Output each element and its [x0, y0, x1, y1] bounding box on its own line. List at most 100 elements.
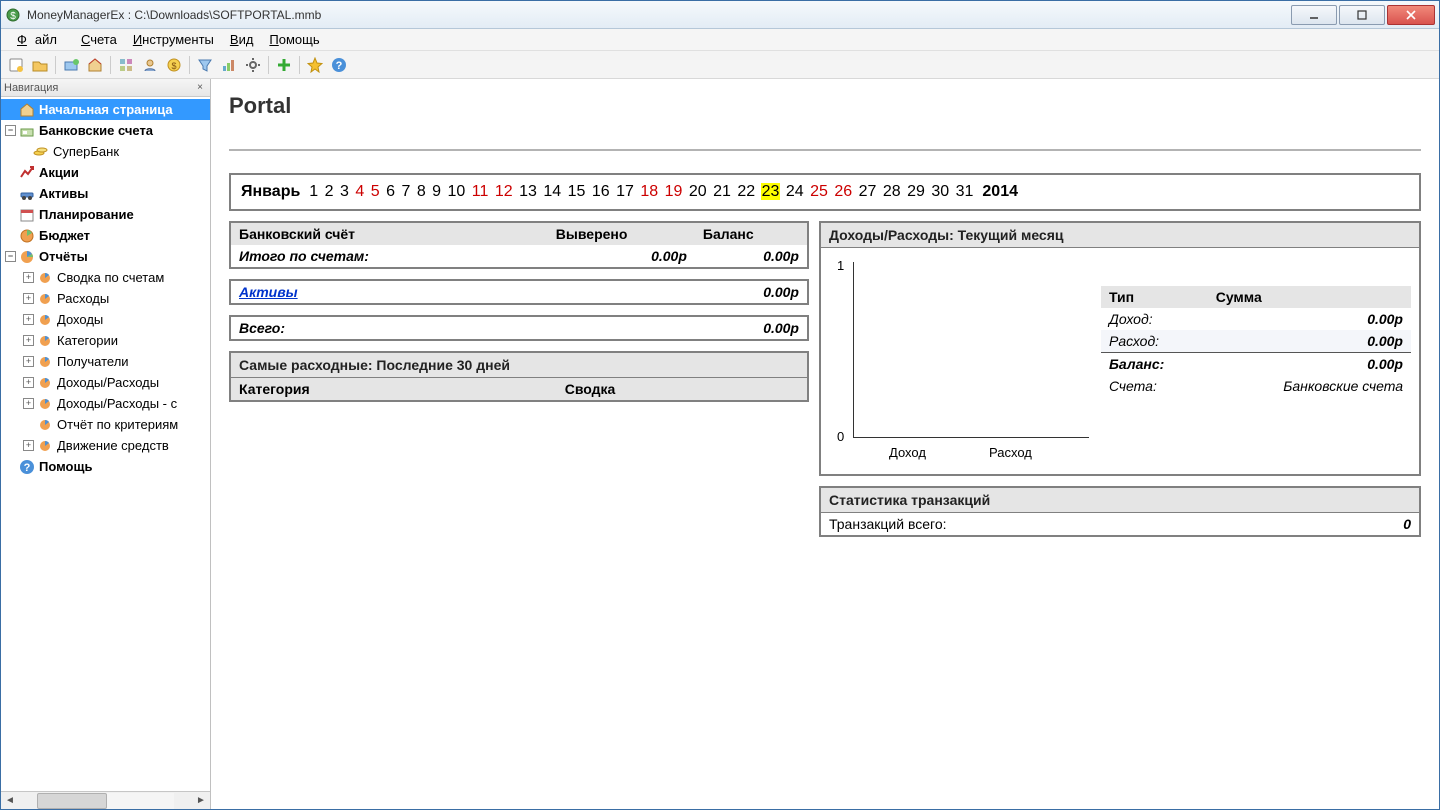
- expand-icon[interactable]: +: [23, 356, 34, 367]
- nav-income[interactable]: +Доходы: [1, 309, 210, 330]
- chart-x-income: Доход: [889, 445, 926, 460]
- calendar-day[interactable]: 24: [785, 183, 805, 200]
- pie-icon: [37, 333, 53, 349]
- open-button[interactable]: [29, 54, 51, 76]
- calendar-day[interactable]: 25: [809, 183, 829, 200]
- svg-text:$: $: [171, 61, 176, 71]
- nav-expenses[interactable]: +Расходы: [1, 288, 210, 309]
- nav-planning[interactable]: Планирование: [1, 204, 210, 225]
- grand-total-row: Всего: 0.00р: [231, 317, 807, 339]
- calendar-day[interactable]: 17: [615, 183, 635, 200]
- calendar-day[interactable]: 29: [906, 183, 926, 200]
- new-account-button[interactable]: [60, 54, 82, 76]
- calendar-day[interactable]: 11: [471, 183, 490, 200]
- calendar-day[interactable]: 4: [354, 183, 365, 200]
- star-button[interactable]: [304, 54, 326, 76]
- calendar-day[interactable]: 14: [542, 183, 562, 200]
- col-type: Тип: [1101, 286, 1208, 308]
- nav-bank-accounts[interactable]: − Банковские счета: [1, 120, 210, 141]
- calendar-day[interactable]: 18: [639, 183, 659, 200]
- nav-h-scrollbar[interactable]: ◄►: [1, 791, 210, 809]
- calendar-day[interactable]: 31: [955, 183, 975, 200]
- nav-home[interactable]: Начальная страница: [1, 99, 210, 120]
- minimize-button[interactable]: [1291, 5, 1337, 25]
- payees-button[interactable]: [139, 54, 161, 76]
- expand-icon[interactable]: +: [23, 272, 34, 283]
- coins-icon: [33, 144, 49, 160]
- summary-wrap: ТипСумма Доход:0.00р Расход:0.00р Баланс…: [1101, 256, 1411, 466]
- bank-icon: [19, 123, 35, 139]
- expand-icon[interactable]: +: [23, 440, 34, 451]
- menu-help[interactable]: Помощь: [261, 30, 327, 49]
- calendar-day[interactable]: 26: [833, 183, 853, 200]
- nav-superbank[interactable]: СуперБанк: [1, 141, 210, 162]
- menu-accounts[interactable]: Счета: [73, 30, 125, 49]
- calendar-day[interactable]: 8: [416, 183, 427, 200]
- calendar-day[interactable]: 15: [567, 183, 587, 200]
- calendar-day[interactable]: 28: [882, 183, 902, 200]
- chart: 1 0 Доход Расход: [829, 256, 1089, 466]
- nav-help[interactable]: ? Помощь: [1, 456, 210, 477]
- calendar-day[interactable]: 9: [431, 183, 442, 200]
- calendar-day[interactable]: 20: [688, 183, 708, 200]
- calendar-day[interactable]: 1: [308, 183, 319, 200]
- nav-cash-flow[interactable]: +Движение средств: [1, 435, 210, 456]
- nav-assets[interactable]: Активы: [1, 183, 210, 204]
- settings-button[interactable]: [242, 54, 264, 76]
- calendar-day[interactable]: 6: [385, 183, 396, 200]
- currency-button[interactable]: $: [163, 54, 185, 76]
- expand-icon[interactable]: +: [23, 314, 34, 325]
- calendar-day[interactable]: 7: [400, 183, 411, 200]
- nav-summary-accounts[interactable]: +Сводка по счетам: [1, 267, 210, 288]
- close-button[interactable]: [1387, 5, 1435, 25]
- expand-icon[interactable]: +: [23, 377, 34, 388]
- nav-stocks[interactable]: Акции: [1, 162, 210, 183]
- calendar-day[interactable]: 23: [761, 183, 781, 200]
- nav-reports[interactable]: − Отчёты: [1, 246, 210, 267]
- collapse-icon[interactable]: −: [5, 251, 16, 262]
- menu-view[interactable]: Вид: [222, 30, 262, 49]
- nav-income-expense-c[interactable]: +Доходы/Расходы - с: [1, 393, 210, 414]
- calendar-day[interactable]: 30: [930, 183, 950, 200]
- calendar-day[interactable]: 12: [494, 183, 514, 200]
- calendar-day[interactable]: 3: [339, 183, 350, 200]
- nav-categories[interactable]: +Категории: [1, 330, 210, 351]
- calendar-day[interactable]: 21: [712, 183, 732, 200]
- menu-file[interactable]: Файл: [9, 30, 73, 49]
- calendar-day[interactable]: 13: [518, 183, 538, 200]
- calendar-day[interactable]: 2: [324, 183, 335, 200]
- expand-icon[interactable]: +: [23, 293, 34, 304]
- filter-button[interactable]: [194, 54, 216, 76]
- pie-icon: [37, 375, 53, 391]
- expand-icon[interactable]: +: [23, 398, 34, 409]
- nav-payees[interactable]: +Получатели: [1, 351, 210, 372]
- calendar-day[interactable]: 19: [664, 183, 684, 200]
- col-category: Категория: [231, 378, 557, 400]
- pie-icon: [37, 396, 53, 412]
- calendar-day[interactable]: 27: [858, 183, 878, 200]
- expand-icon[interactable]: +: [23, 335, 34, 346]
- help-button[interactable]: ?: [328, 54, 350, 76]
- calendar-day[interactable]: 10: [447, 183, 467, 200]
- nav-tree: Начальная страница − Банковские счета Су…: [1, 97, 210, 791]
- calendar-day[interactable]: 16: [591, 183, 611, 200]
- nav-close-button[interactable]: ×: [193, 81, 207, 95]
- calendar-year: 2014: [982, 183, 1018, 201]
- calendar-day[interactable]: 22: [736, 183, 756, 200]
- new-db-button[interactable]: [5, 54, 27, 76]
- menu-tools[interactable]: Инструменты: [125, 30, 222, 49]
- home-button[interactable]: [84, 54, 106, 76]
- maximize-button[interactable]: [1339, 5, 1385, 25]
- nav-budget[interactable]: Бюджет: [1, 225, 210, 246]
- nav-income-expense[interactable]: +Доходы/Расходы: [1, 372, 210, 393]
- categories-button[interactable]: [115, 54, 137, 76]
- assets-link[interactable]: Активы: [239, 284, 298, 300]
- new-trans-button[interactable]: [273, 54, 295, 76]
- collapse-icon[interactable]: −: [5, 125, 16, 136]
- svg-text:?: ?: [336, 60, 343, 72]
- col-account: Банковский счёт: [231, 223, 548, 245]
- calendar-day[interactable]: 5: [370, 183, 381, 200]
- nav-criteria-report[interactable]: Отчёт по критериям: [1, 414, 210, 435]
- toolbar: $ ?: [1, 51, 1439, 79]
- reports-button[interactable]: [218, 54, 240, 76]
